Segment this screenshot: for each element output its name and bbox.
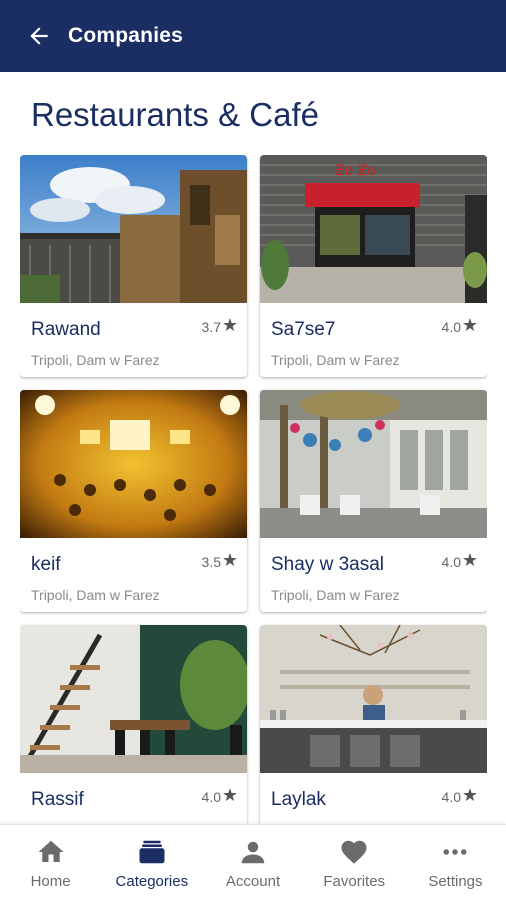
arrow-left-icon	[30, 27, 48, 45]
company-rating: 4.0	[441, 789, 461, 805]
star-icon: ★	[221, 315, 238, 335]
company-name: Shay w 3asal	[271, 554, 385, 575]
company-name: Sa7se7	[271, 319, 336, 340]
more-icon	[443, 849, 467, 855]
star-icon: ★	[461, 315, 478, 335]
company-name: keif	[31, 554, 61, 575]
company-location: Tripoli, Dam w Farez	[31, 587, 160, 603]
company-rating: 4.0	[201, 789, 221, 805]
company-location: Tripoli, Dam w Farez	[271, 587, 400, 603]
page-title: Companies	[68, 24, 183, 47]
company-image	[260, 390, 487, 538]
company-image: Ƶo Ƶo	[260, 155, 487, 303]
nav-label-settings: Settings	[428, 873, 483, 890]
company-image	[20, 625, 247, 773]
company-image	[20, 155, 247, 303]
bottom-navigation: Home Categories Account Favorites Settin…	[0, 824, 506, 900]
company-rating: 3.5	[201, 554, 221, 570]
company-name: Rawand	[31, 319, 101, 340]
nav-label-account: Account	[225, 873, 281, 890]
app-bar: Companies	[0, 0, 506, 72]
company-card-rawand[interactable]: Rawand 3.7 ★ Tripoli, Dam w Farez	[20, 155, 247, 377]
company-rating: 4.0	[441, 554, 461, 570]
svg-text:Ƶo Ƶo: Ƶo Ƶo	[335, 163, 376, 179]
nav-label-favorites: Favorites	[323, 873, 386, 890]
company-card-keif[interactable]: keif 3.5 ★ Tripoli, Dam w Farez	[20, 390, 247, 612]
company-card-shay-w-3asal[interactable]: Shay w 3asal 4.0 ★ Tripoli, Dam w Farez	[260, 390, 487, 612]
company-card-laylak[interactable]: Laylak 4.0 ★	[260, 625, 487, 825]
star-icon: ★	[221, 550, 238, 570]
company-location: Tripoli, Dam w Farez	[31, 352, 160, 368]
company-card-rassif[interactable]: Rassif 4.0 ★	[20, 625, 247, 825]
company-name: Laylak	[271, 789, 326, 810]
heart-icon	[341, 840, 367, 864]
nav-settings[interactable]: Settings	[405, 825, 506, 900]
company-image	[20, 390, 247, 538]
company-rating: 4.0	[441, 319, 461, 335]
nav-label-home: Home	[30, 873, 71, 890]
company-card-sa7se7[interactable]: Ƶo Ƶo Sa7se7 4.0 ★ Tripoli, Dam w Farez	[260, 155, 487, 377]
categories-icon	[139, 840, 165, 864]
nav-favorites[interactable]: Favorites	[304, 825, 405, 900]
back-button[interactable]	[24, 21, 54, 51]
company-rating: 3.7	[201, 319, 221, 335]
nav-label-categories: Categories	[115, 873, 189, 890]
home-icon	[38, 840, 64, 862]
account-icon	[241, 841, 265, 864]
category-title: Restaurants & Café	[31, 96, 319, 133]
star-icon: ★	[221, 785, 238, 805]
star-icon: ★	[461, 785, 478, 805]
company-location: Tripoli, Dam w Farez	[271, 352, 400, 368]
nav-categories[interactable]: Categories	[101, 825, 202, 900]
company-image	[260, 625, 487, 773]
company-name: Rassif	[31, 789, 84, 810]
star-icon: ★	[461, 550, 478, 570]
nav-home[interactable]: Home	[0, 825, 101, 900]
company-grid: Rawand 3.7 ★ Tripoli, Dam w Farez Ƶo Ƶo …	[20, 155, 487, 825]
nav-account[interactable]: Account	[202, 825, 303, 900]
